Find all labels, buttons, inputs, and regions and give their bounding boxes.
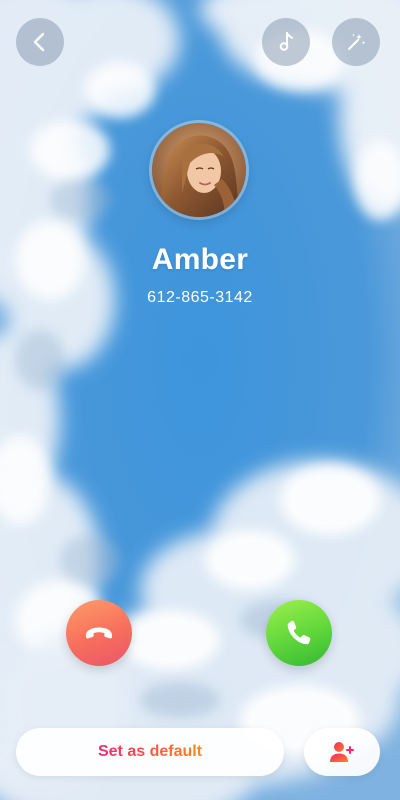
back-button[interactable] [16,18,64,66]
set-as-default-label: Set as default [97,743,203,760]
magic-wand-icon [347,33,366,51]
accept-call-button[interactable] [266,600,332,666]
contact-name: Amber [151,243,249,276]
incoming-call-screen: Amber 612-865-3142 Set as default [0,0,400,800]
set-as-default-button[interactable]: Set as default [16,728,284,776]
add-contact-button[interactable] [304,728,380,776]
phone-icon [287,620,311,645]
music-note-icon [279,32,293,51]
contact-avatar [152,123,246,217]
decline-call-button[interactable] [66,600,132,666]
contact-phone-number: 612-865-3142 [147,289,253,306]
phone-hangup-icon [86,627,112,639]
ringtone-button[interactable] [262,18,310,66]
add-person-icon [330,742,354,762]
sky-background [0,0,400,800]
chevron-left-icon [33,32,45,52]
theme-effects-button[interactable] [332,18,380,66]
